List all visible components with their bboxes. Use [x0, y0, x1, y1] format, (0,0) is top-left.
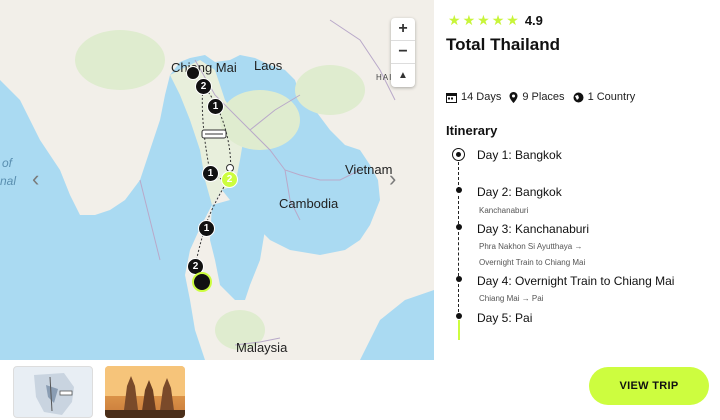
timeline-dot: [456, 276, 462, 282]
trip-panel: ★ ★ ★ ★ ★ 4.9 Total Thailand 14 Days 9 P…: [446, 0, 716, 360]
timeline-current-dot: [452, 148, 465, 161]
route-marker-1b[interactable]: 1: [202, 165, 219, 182]
timeline-connector: [458, 162, 459, 190]
stat-days: 14 Days: [446, 91, 501, 103]
timeline-connector: [458, 196, 459, 224]
itinerary-day-2-sub: Kanchanaburi: [479, 206, 529, 215]
itinerary-day-5[interactable]: Day 5: Pai: [477, 311, 532, 325]
timeline-connector: [458, 284, 459, 312]
thumbnail-strip: [0, 360, 434, 420]
map-landmass: [0, 0, 434, 360]
stat-places: 9 Places: [509, 91, 565, 103]
trip-rating: ★ ★ ★ ★ ★ 4.9: [448, 12, 543, 29]
rating-value: 4.9: [524, 13, 543, 28]
map-label-cambodia: Cambodia: [279, 196, 339, 211]
globe-icon: [573, 92, 584, 102]
itinerary-day-3-sub: Phra Nakhon Si Ayutthaya →: [479, 242, 583, 251]
map-label-vietnam: Vietnam: [345, 162, 393, 177]
trip-map[interactable]: Chiang Mai Laos HAI Vietnam Cambodia Mal…: [0, 0, 434, 360]
zoom-in-button[interactable]: +: [391, 18, 415, 41]
stat-days-text: 14 Days: [461, 91, 502, 103]
map-label-malaysia: Malaysia: [236, 340, 288, 355]
half-star-icon: ★: [506, 12, 519, 28]
itinerary-day-4-sub: Chiang Mai → Pai: [479, 294, 544, 303]
map-label-hai: HAI: [376, 73, 393, 82]
view-trip-button[interactable]: VIEW TRIP: [589, 367, 709, 405]
stat-countries-text: 1 Country: [587, 91, 636, 103]
itinerary-day-4[interactable]: Day 4: Overnight Train to Chiang Mai: [477, 274, 674, 288]
calendar-icon: [446, 92, 457, 103]
route-marker-1c[interactable]: 1: [198, 220, 215, 237]
timeline-connector: [458, 232, 459, 276]
map-label-laos: Laos: [254, 58, 283, 73]
map-next-arrow-icon[interactable]: ›: [389, 166, 396, 192]
route-marker-1[interactable]: 1: [207, 98, 224, 115]
map-prev-arrow-icon[interactable]: ‹: [32, 166, 39, 192]
thumbnail-map[interactable]: [13, 366, 93, 418]
timeline-dot: [456, 187, 462, 193]
stat-places-text: 9 Places: [522, 91, 565, 103]
route-marker[interactable]: [186, 66, 200, 80]
route-end-marker[interactable]: [192, 272, 212, 292]
map-label-sea-nal: nal: [0, 174, 17, 188]
thumbnail-temple-image: [105, 366, 185, 418]
map-zoom-control: + − ▲: [391, 18, 415, 87]
star-icon: ★: [448, 12, 461, 28]
itinerary-day-3-sub2: Overnight Train to Chiang Mai: [479, 258, 586, 267]
timeline-dot: [456, 224, 462, 230]
route-marker-2[interactable]: 2: [195, 78, 212, 95]
timeline-dot: [456, 313, 462, 319]
itinerary-heading: Itinerary: [446, 123, 498, 138]
compass-button[interactable]: ▲: [391, 64, 415, 87]
star-icon: ★: [462, 12, 476, 28]
location-pin-icon: [509, 91, 518, 103]
trip-title: Total Thailand: [446, 35, 560, 54]
timeline-tail: [458, 320, 460, 340]
thumbnail-temple[interactable]: [105, 366, 185, 418]
map-label-sea-of: of: [2, 156, 13, 170]
itinerary-day-3[interactable]: Day 3: Kanchanaburi: [477, 222, 589, 236]
stat-countries: 1 Country: [573, 91, 636, 103]
zoom-out-button[interactable]: −: [391, 41, 415, 64]
route-marker-2-lime[interactable]: 2: [221, 171, 238, 188]
itinerary-day-2[interactable]: Day 2: Bangkok: [477, 185, 562, 199]
star-icon: ★: [477, 12, 490, 28]
star-icon: ★: [491, 12, 505, 28]
map-label-chiang-mai: Chiang Mai: [171, 60, 237, 75]
trip-stats: 14 Days 9 Places 1 Country: [446, 91, 643, 103]
thumbnail-map-image: [34, 373, 74, 415]
itinerary-day-1[interactable]: Day 1: Bangkok: [477, 148, 562, 162]
